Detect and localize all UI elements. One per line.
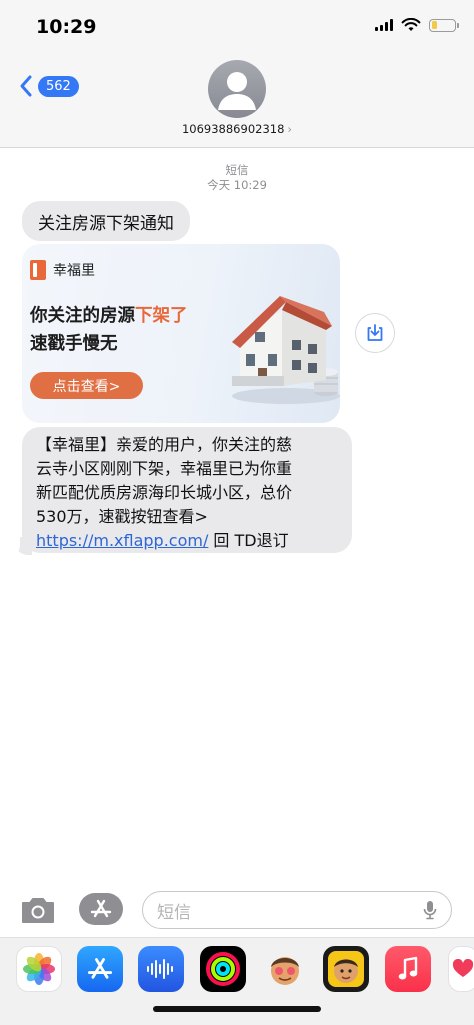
audio-icon[interactable]: [138, 946, 184, 992]
download-icon: [367, 324, 383, 341]
memoji-icon[interactable]: [262, 946, 308, 992]
cellular-signal-icon: [375, 19, 393, 31]
rich-link-card[interactable]: 幸福里 你关注的房源下架了 速戳手慢无 点击查看>: [22, 244, 340, 423]
battery-icon: [429, 18, 459, 32]
app-store-icon: [90, 899, 112, 918]
message-bubble-body: 【幸福里】亲爱的用户，你关注的慈 云寺小区刚刚下架，幸福里已为你重 新匹配优质房…: [22, 427, 352, 553]
card-subheadline: 速戳手慢无: [30, 334, 118, 354]
view-button[interactable]: 点击查看>: [30, 372, 143, 399]
contact-number: 10693886902318: [181, 122, 285, 136]
card-headline-text: 你关注的房源: [30, 306, 135, 326]
wifi-icon: [401, 18, 421, 31]
save-card-button[interactable]: [355, 313, 395, 353]
status-time: 10:29: [36, 16, 97, 38]
message-timestamp: 今天 10:29: [207, 178, 267, 192]
person-icon: [218, 72, 256, 110]
message-line: 【幸福里】亲爱的用户，你关注的慈: [36, 435, 293, 454]
unsubscribe-text: 回 TD退订: [208, 531, 289, 550]
app-store-icon[interactable]: [77, 946, 123, 992]
house-illustration: [232, 296, 340, 404]
card-headline-highlight: 下架了: [135, 306, 188, 326]
unread-count-badge: 562: [38, 75, 79, 97]
message-line: 新匹配优质房源海印长城小区，总价: [36, 483, 293, 502]
photos-icon[interactable]: [16, 946, 62, 992]
card-brand: 幸福里: [30, 260, 95, 280]
message-input-placeholder: 短信: [157, 902, 191, 923]
message-line-link: https://m.xflapp.com/ 回 TD退订: [36, 529, 340, 553]
message-line: 530万，速戳按钮查看>: [36, 507, 208, 526]
music-icon[interactable]: [385, 946, 431, 992]
message-service-label: 短信: [225, 163, 249, 177]
chevron-right-icon: ›: [287, 122, 293, 136]
chevron-left-icon: [20, 75, 32, 97]
contact-name[interactable]: 10693886902318 ›: [0, 122, 474, 136]
message-link[interactable]: https://m.xflapp.com/: [36, 531, 208, 550]
message-input[interactable]: 短信: [142, 891, 452, 929]
brand-logo-icon: [30, 260, 46, 280]
heart-icon[interactable]: [448, 946, 474, 992]
camera-icon[interactable]: [20, 895, 56, 925]
bubble-tail-mask: [6, 535, 20, 557]
animoji-icon[interactable]: [323, 946, 369, 992]
contact-avatar[interactable]: [208, 60, 266, 118]
app-store-button[interactable]: [79, 893, 123, 925]
back-button[interactable]: 562: [18, 74, 79, 98]
card-headline: 你关注的房源下架了: [30, 302, 188, 327]
microphone-icon[interactable]: [423, 900, 437, 920]
conversation-header: 10:29 562 10693886902318 ›: [0, 0, 474, 148]
message-bubble-title: 关注房源下架通知: [22, 201, 190, 241]
home-indicator[interactable]: [153, 1006, 321, 1012]
brand-name: 幸福里: [53, 263, 95, 279]
message-line: 云寺小区刚刚下架，幸福里已为你重: [36, 459, 293, 478]
activity-icon[interactable]: [200, 946, 246, 992]
status-indicators: [375, 18, 459, 32]
